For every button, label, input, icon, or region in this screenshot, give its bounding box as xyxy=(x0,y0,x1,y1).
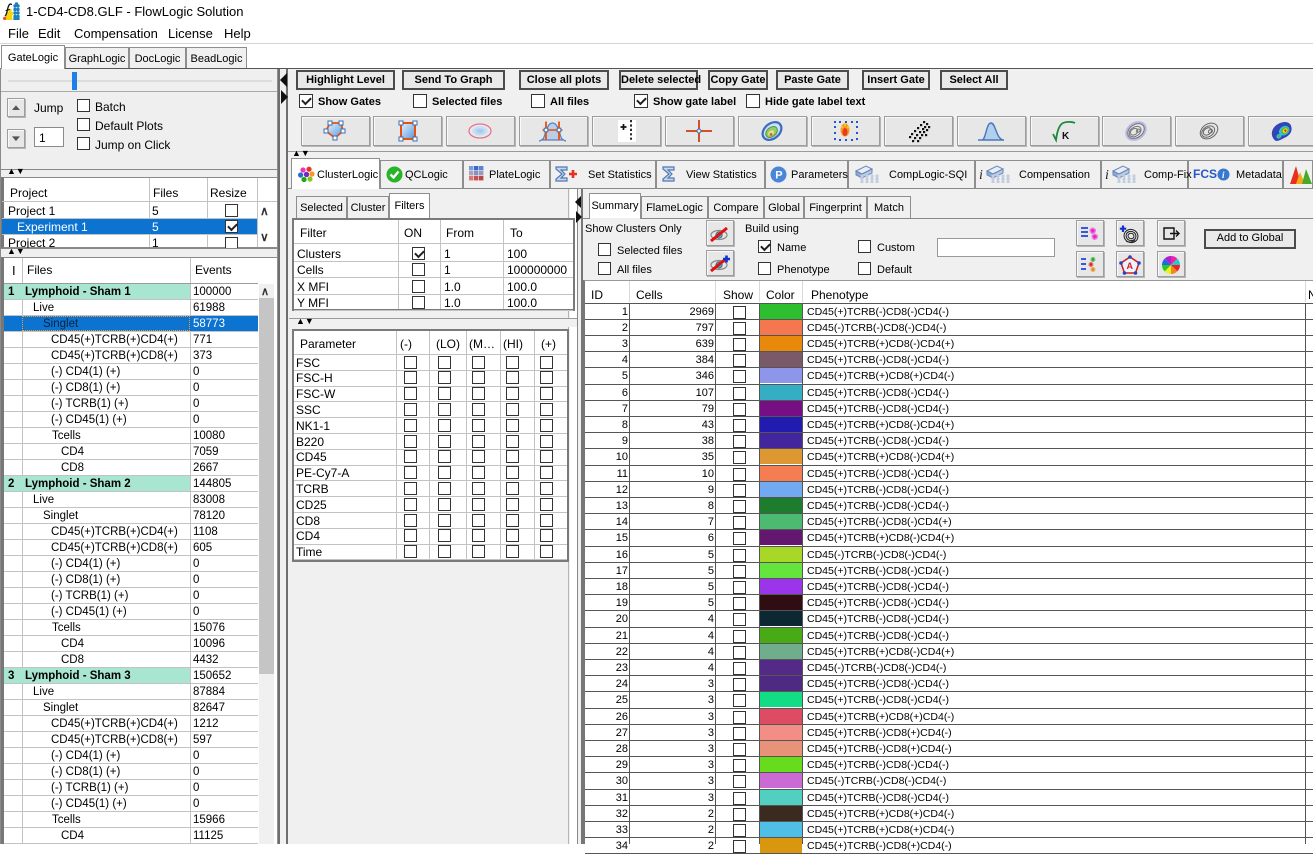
svg-text:i: i xyxy=(979,168,983,183)
svg-text:✺: ✺ xyxy=(1091,232,1099,242)
svg-text:i: i xyxy=(1105,168,1109,183)
svg-text:A: A xyxy=(1127,261,1134,271)
svg-text:P: P xyxy=(775,169,782,181)
svg-text:✺: ✺ xyxy=(1090,266,1096,273)
svg-text:K: K xyxy=(1062,131,1070,142)
